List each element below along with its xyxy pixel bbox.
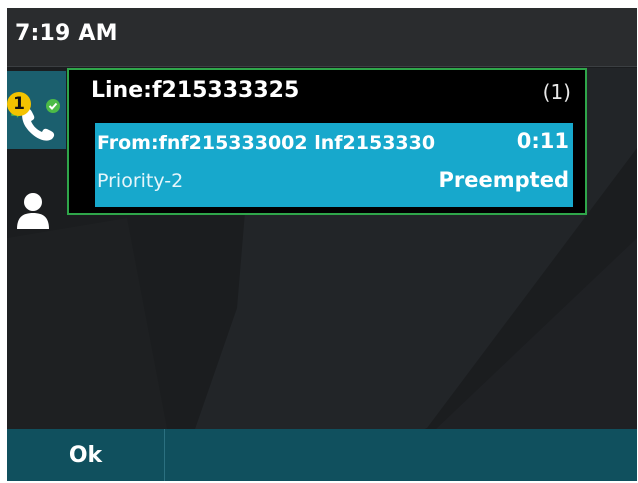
ok-softkey[interactable]: Ok [7,429,165,481]
call-status: Preempted [438,168,569,192]
phone-screen: 7:19 AM 1 Line:f215333325 (1) From:fnf21… [7,8,637,481]
call-card[interactable]: From:fnf215333002 lnf2153330 0:11 Priori… [95,123,573,207]
clock-time: 7:19 AM [15,21,118,46]
contacts-tab[interactable] [15,191,51,231]
softkey-empty [165,429,637,481]
line-badge: 1 [7,92,31,116]
incoming-call-popup: Line:f215333325 (1) From:fnf215333002 ln… [67,68,587,215]
call-from: From:fnf215333002 lnf2153330 [97,132,436,154]
popup-call-count: (1) [542,80,571,104]
status-bar: 7:19 AM [7,8,637,67]
call-priority: Priority-2 [97,170,184,192]
call-timer: 0:11 [516,129,569,153]
person-icon [17,193,49,229]
line-badge-count: 1 [13,94,25,114]
popup-line-label: Line:f215333325 [91,78,300,103]
ok-softkey-label: Ok [68,442,103,468]
softkey-bar: Ok [7,429,637,481]
